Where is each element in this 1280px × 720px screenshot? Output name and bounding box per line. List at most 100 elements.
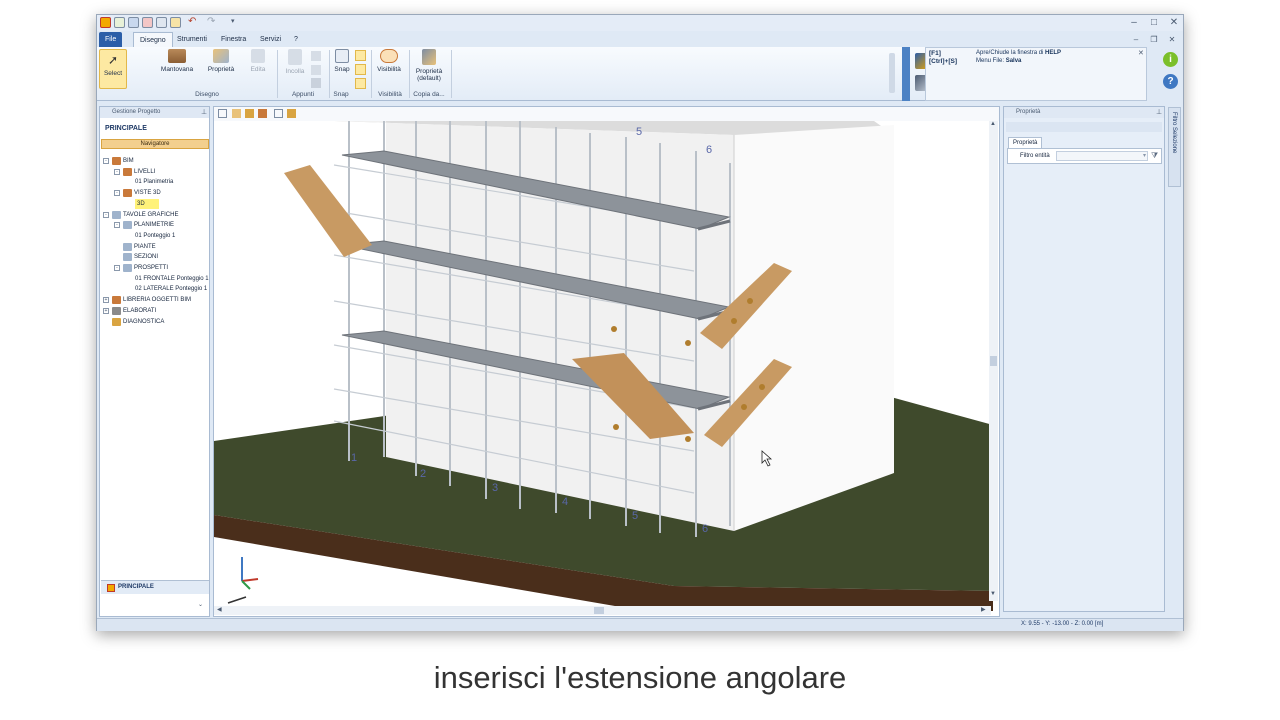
copy-small-button[interactable] — [311, 51, 321, 61]
export-icon[interactable] — [170, 17, 181, 28]
tree-item[interactable]: 01 Ponteggio 1 — [135, 231, 175, 241]
filter-select[interactable]: ▾ — [1056, 151, 1148, 161]
properties-tab[interactable]: Proprietà — [1008, 137, 1043, 148]
tree-node-icon — [112, 306, 121, 315]
filter-funnel-icon[interactable]: ⧩ — [1151, 151, 1158, 161]
footer-label[interactable]: PRINCIPALE — [118, 584, 154, 590]
tree-expander[interactable]: - — [103, 211, 109, 218]
ribbon-collapse-handle[interactable] — [889, 53, 895, 93]
minimize-button[interactable]: – — [1125, 16, 1143, 29]
properties-pin-icon[interactable]: ⊥ — [1156, 108, 1162, 116]
tree-item[interactable]: BIM — [123, 156, 134, 166]
select-button[interactable]: ➚ Select — [99, 49, 127, 89]
tree-item[interactable]: PLANIMETRIE — [134, 220, 174, 230]
scroll-left-icon[interactable]: ◀ — [217, 606, 222, 613]
tree-item[interactable]: TAVOLE GRAFICHE — [123, 210, 178, 220]
tree-item[interactable]: SEZIONI — [134, 252, 158, 262]
tree-item[interactable]: DIAGNOSTICA — [123, 317, 164, 327]
tree-item[interactable]: PROSPETTI — [134, 263, 168, 273]
tree-item[interactable]: 01 FRONTALE Ponteggio 1 — [135, 274, 209, 284]
view-tool-5-icon[interactable] — [274, 109, 283, 118]
snap-button[interactable]: Snap — [331, 49, 353, 73]
vertical-scrollbar[interactable]: ▲ ▼ — [989, 121, 998, 601]
navigator-bar[interactable]: Navigatore — [101, 139, 209, 149]
close-button[interactable]: ✕ — [1165, 16, 1183, 29]
tree-expander[interactable]: - — [114, 222, 120, 229]
vscroll-thumb[interactable] — [990, 356, 997, 366]
snap-icon — [335, 49, 349, 63]
scroll-up-icon[interactable]: ▲ — [990, 121, 996, 127]
view-tool-1-icon[interactable] — [218, 109, 227, 118]
redo-icon[interactable]: ↷ — [207, 17, 218, 28]
group-snap-label: Snap — [333, 91, 349, 98]
scroll-down-icon[interactable]: ▼ — [990, 591, 996, 597]
tab-servizi[interactable]: Servizi — [254, 32, 287, 47]
save-icon[interactable] — [128, 17, 139, 28]
mantovana-button[interactable]: Mantovana — [157, 49, 197, 73]
ribbon-close-button[interactable]: ✕ — [1163, 33, 1181, 46]
visibilita-button[interactable]: Visibilità — [373, 49, 405, 73]
snap-label: Snap — [334, 66, 350, 73]
tree-item[interactable]: PIANTE — [134, 242, 156, 252]
view-tool-4-icon[interactable] — [258, 109, 267, 118]
group-copia-label: Copia da... — [413, 91, 445, 98]
tree-expander[interactable]: - — [103, 158, 109, 164]
undo-icon[interactable]: ↶ — [188, 17, 199, 28]
help-panel-tab[interactable] — [902, 47, 910, 101]
view-tool-2-icon[interactable] — [232, 109, 241, 118]
scroll-right-icon[interactable]: ▶ — [981, 606, 986, 613]
ribbon: ➚ Select Mantovana Proprietà Edita Diseg… — [97, 47, 977, 101]
close-file-icon[interactable] — [142, 17, 153, 28]
view-tool-3-icon[interactable] — [245, 109, 254, 118]
ribbon-minimize-button[interactable]: – — [1127, 33, 1145, 46]
post-number-top: 5 — [636, 126, 642, 138]
help-box-close-icon[interactable]: ✕ — [1138, 49, 1144, 57]
tree-expander[interactable]: - — [114, 265, 120, 271]
incolla-button[interactable]: Incolla — [281, 49, 309, 75]
viewport-3d[interactable]: 5 6 1 2 3 4 5 6 ▲ ▼ ◀ ▶ — [213, 106, 1000, 617]
edita-button[interactable]: Edita — [245, 49, 271, 73]
group-visibilita-label: Visibilità — [378, 91, 402, 98]
new-icon[interactable] — [114, 17, 125, 28]
app-logo-icon[interactable] — [100, 17, 111, 28]
footer-chevron-icon[interactable]: ⌄ — [198, 601, 203, 608]
tree-expander[interactable]: + — [103, 297, 109, 304]
tree-item[interactable]: LIBRERIA OGGETTI BIM — [123, 295, 191, 305]
proprieta-default-button[interactable]: Proprietà (default) — [411, 49, 447, 82]
print-icon[interactable] — [156, 17, 167, 28]
pin-icon[interactable]: ⊥ — [201, 108, 207, 116]
tab-file[interactable]: File — [99, 32, 123, 47]
tab-disegno[interactable]: Disegno — [133, 32, 173, 47]
tab-help[interactable]: ? — [288, 32, 304, 47]
snap-grid-toggle[interactable] — [355, 78, 366, 89]
cut-small-button[interactable] — [311, 65, 321, 75]
tree-item[interactable]: 01 Planimetria — [135, 177, 173, 187]
filtro-selezione-tab[interactable]: Filtro Selezione — [1168, 107, 1181, 187]
tree-expander[interactable]: - — [114, 190, 120, 197]
proprieta-button[interactable]: Proprietà — [205, 49, 237, 73]
tree-expander[interactable]: - — [114, 168, 120, 175]
tree-expander[interactable]: + — [103, 307, 109, 314]
view-tool-6-icon[interactable] — [287, 109, 296, 118]
ribbon-restore-button[interactable]: ❐ — [1145, 33, 1163, 46]
snap-midpoint-toggle[interactable] — [355, 64, 366, 75]
customize-qat-icon[interactable]: ▾ — [231, 17, 242, 28]
horizontal-scrollbar[interactable]: ◀ ▶ — [214, 606, 991, 615]
visibilita-label: Visibilità — [377, 66, 401, 73]
tree-item[interactable]: ELABORATI — [123, 306, 156, 316]
hscroll-thumb[interactable] — [594, 607, 604, 614]
tab-finestra[interactable]: Finestra — [215, 32, 252, 47]
tree-item[interactable]: LIVELLI — [134, 167, 155, 177]
tree-item[interactable]: 3D — [135, 198, 159, 209]
proprieta-default-label-2: (default) — [417, 75, 441, 82]
help-icon[interactable]: ? — [1163, 74, 1178, 89]
tab-strumenti[interactable]: Strumenti — [171, 32, 213, 47]
help-text-ctrl-s-a: Menu File: — [976, 58, 1006, 64]
snap-endpoint-toggle[interactable] — [355, 50, 366, 61]
tree-item[interactable]: VISTE 3D — [134, 188, 161, 198]
format-small-button[interactable] — [311, 78, 321, 88]
maximize-button[interactable]: □ — [1145, 16, 1163, 29]
tree-item[interactable]: 02 LATERALE Ponteggio 1 — [135, 284, 207, 294]
video-caption: inserisci l'estensione angolare — [433, 660, 847, 695]
info-icon[interactable]: i — [1163, 52, 1178, 67]
